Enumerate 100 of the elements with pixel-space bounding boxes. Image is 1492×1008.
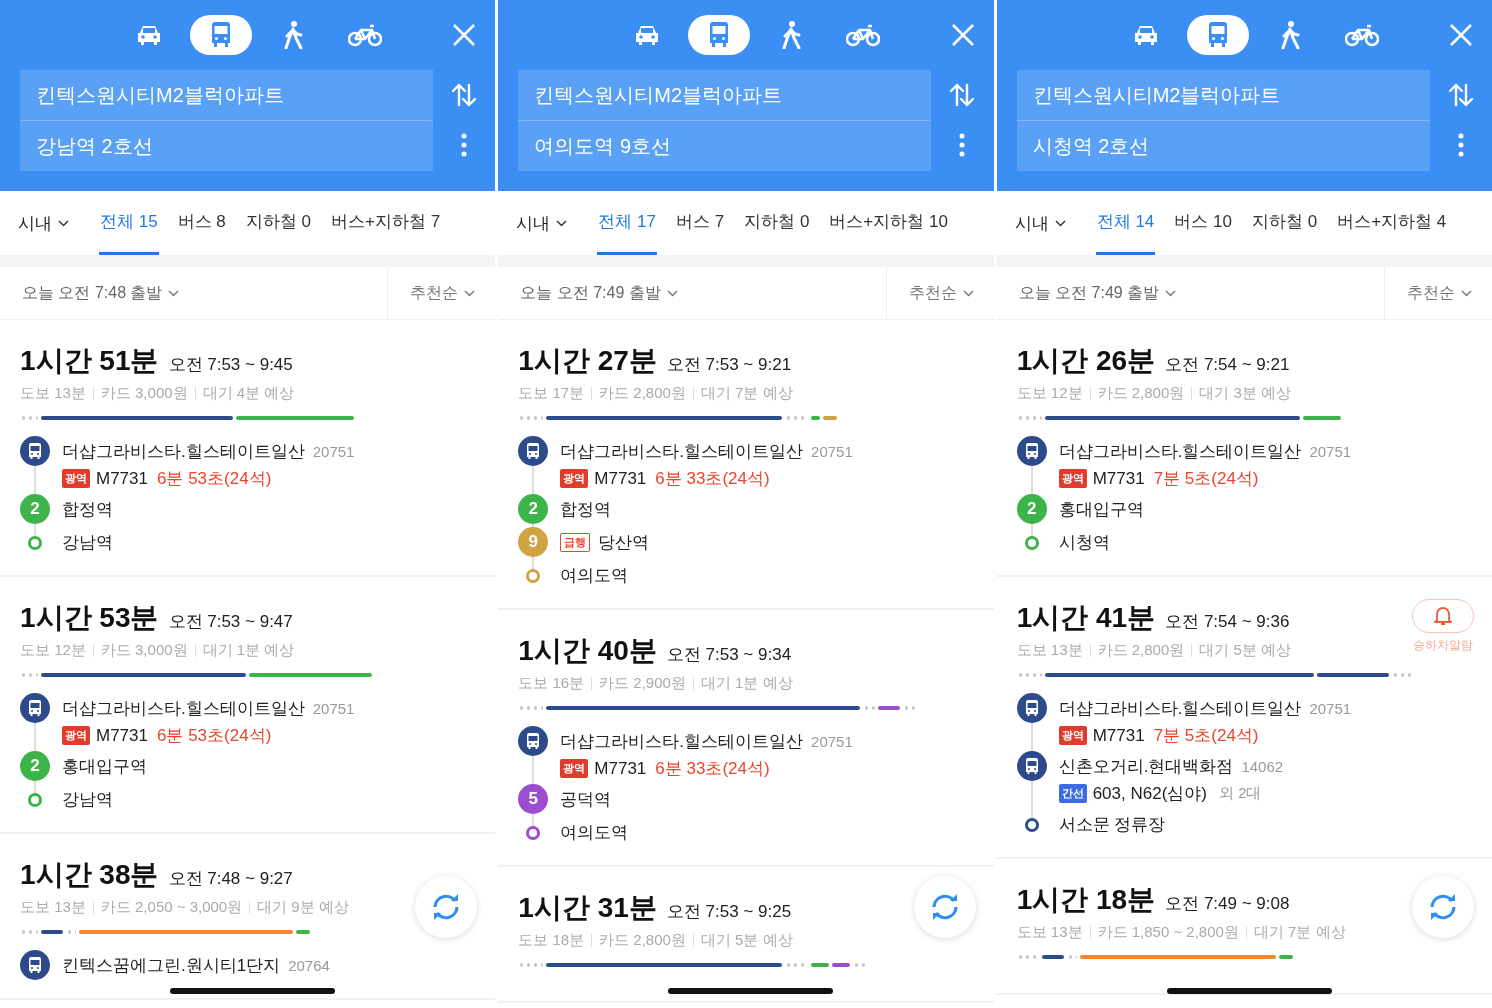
station-name: 공덕역 bbox=[560, 789, 612, 811]
route-summary-item: 도보 13분 bbox=[20, 898, 86, 917]
result-tab[interactable]: 버스 10 bbox=[1173, 191, 1233, 255]
walking-segment bbox=[903, 706, 916, 710]
route-summary-item: 대기 7분 예상 bbox=[700, 384, 793, 403]
refresh-button[interactable] bbox=[913, 876, 976, 938]
route-summary-item: 대기 5분 예상 bbox=[1199, 641, 1291, 660]
result-tab[interactable]: 지하철 0 bbox=[244, 191, 312, 255]
refresh-button[interactable] bbox=[415, 876, 478, 938]
result-tab[interactable]: 버스+지하철 10 bbox=[828, 191, 949, 255]
bus-stop-number: 20751 bbox=[811, 443, 853, 460]
route-summary-item: 도보 13분 bbox=[20, 384, 86, 403]
walking-segment bbox=[518, 706, 544, 710]
close-button[interactable] bbox=[451, 22, 478, 48]
bicycle-icon bbox=[1344, 23, 1379, 47]
walking-segment bbox=[66, 930, 76, 934]
station-name: 여의도역 bbox=[560, 565, 629, 587]
route-card[interactable]: 1시간 41분 오전 7:54 ~ 9:36 도보 13분 카드 2,800원 대기 5분 예상 승하차알람 더샵그라비스타.힐스테이트일산 20751 광역 M7731 7분 5초(24석) 신촌오거리.현대백화점 14062 간선 603, N62(심야) 외 2대 서소문 정류장 bbox=[996, 577, 1492, 859]
close-icon bbox=[453, 24, 476, 46]
route-duration: 1시간 51분 bbox=[20, 344, 159, 378]
bus-type-badge: 광역 bbox=[560, 469, 589, 488]
region-dropdown[interactable]: 시내 bbox=[516, 191, 568, 255]
bus-route-number: 603, N62(심야) bbox=[1092, 783, 1207, 805]
route-summary-item: 대기 5분 예상 bbox=[700, 931, 793, 950]
time-range: 오전 7:53 ~ 9:21 bbox=[666, 354, 792, 376]
bus-stop-name: 더샵그라비스타.힐스테이트일산 bbox=[1058, 698, 1302, 720]
walking-segment bbox=[20, 930, 38, 934]
station-name: 합정역 bbox=[62, 499, 113, 521]
refresh-button[interactable] bbox=[1412, 876, 1474, 938]
result-tab[interactable]: 지하철 0 bbox=[743, 191, 811, 255]
bus-stop-icon bbox=[1016, 436, 1047, 466]
result-tab[interactable]: 버스 7 bbox=[674, 191, 726, 255]
result-tab[interactable]: 버스 8 bbox=[176, 191, 227, 255]
close-button[interactable] bbox=[949, 22, 976, 48]
bus-stop-icon bbox=[20, 950, 50, 980]
route-summary-item: 대기 1분 예상 bbox=[202, 641, 295, 660]
station-name: 당산역 bbox=[598, 532, 650, 554]
bus-type-badge: 광역 bbox=[560, 759, 589, 778]
route-card[interactable]: 1시간 40분 오전 7:53 ~ 9:34 도보 16분 카드 2,900원 대기 1분 예상 더샵그라비스타.힐스테이트일산 20751 광역 M7731 6분 33초(24석) 5 공덕역 여의도역 bbox=[498, 610, 994, 867]
sort-dropdown[interactable]: 추천순 bbox=[885, 267, 994, 319]
bus-stop-name: 더샵그라비스타.힐스테이트일산 bbox=[62, 441, 305, 463]
bus-stop-number: 20764 bbox=[288, 957, 330, 974]
bus-stop-icon bbox=[1016, 693, 1047, 723]
car-icon bbox=[135, 23, 163, 47]
chevron-down-icon bbox=[58, 219, 69, 227]
bicycle-icon bbox=[846, 23, 881, 47]
more-icon bbox=[461, 133, 468, 157]
walking-segment bbox=[1066, 955, 1077, 959]
route-duration: 1시간 41분 bbox=[1016, 601, 1156, 635]
route-summary-item: 도보 17분 bbox=[518, 384, 585, 403]
bus-stop-name: 킨텍스꿈에그린.원시티1단지 bbox=[62, 955, 281, 977]
more-icon bbox=[959, 133, 966, 157]
route-summary-item: 대기 3분 예상 bbox=[1199, 384, 1291, 403]
bus-route-number: M7731 bbox=[1092, 725, 1145, 746]
chevron-down-icon bbox=[556, 219, 568, 227]
time-range: 오전 7:53 ~ 9:25 bbox=[666, 901, 792, 923]
subway-line-badge: 5 bbox=[518, 784, 549, 814]
arrival-time: 7분 5초(24석) bbox=[1153, 468, 1259, 490]
result-tab[interactable]: 지하철 0 bbox=[1250, 191, 1319, 255]
arrival-time: 6분 33초(24석) bbox=[655, 758, 770, 780]
sort-dropdown[interactable]: 추천순 bbox=[1384, 267, 1492, 319]
result-tab[interactable]: 버스+지하철 7 bbox=[330, 191, 442, 255]
time-range: 오전 7:48 ~ 9:27 bbox=[168, 868, 293, 890]
arrival-time: 6분 53초(24석) bbox=[157, 725, 272, 747]
close-button[interactable] bbox=[1448, 22, 1474, 48]
route-card[interactable]: 1시간 26분 오전 7:54 ~ 9:21 도보 12분 카드 2,800원 대기 3분 예상 더샵그라비스타.힐스테이트일산 20751 광역 M7731 7분 5초(24석) 2 홍대입구역 시청역 bbox=[996, 320, 1492, 577]
more-icon bbox=[1457, 133, 1464, 157]
route-card[interactable]: 1시간 53분 오전 7:53 ~ 9:47 도보 12분 카드 3,000원 대기 1분 예상 더샵그라비스타.힐스테이트일산 20751 광역 M7731 6분 53초(24석) 2 홍대입구역 강남역 bbox=[0, 577, 496, 834]
station-name: 홍대입구역 bbox=[62, 756, 147, 778]
bus-mode-tab[interactable] bbox=[190, 15, 252, 55]
bus-stop-icon bbox=[20, 693, 50, 723]
express-badge: 급행 bbox=[560, 533, 591, 552]
departure-time-dropdown[interactable]: 오늘 오전 7:49 출발 bbox=[498, 267, 886, 319]
swap-arrows-icon bbox=[949, 82, 976, 108]
departure-time-dropdown[interactable]: 오늘 오전 7:48 출발 bbox=[0, 267, 388, 319]
chevron-down-icon bbox=[1054, 219, 1066, 227]
bus-stop-name: 더샵그라비스타.힐스테이트일산 bbox=[62, 698, 305, 720]
bus-stop-number: 20751 bbox=[1309, 700, 1352, 717]
walking-segment bbox=[1016, 416, 1042, 420]
station-name: 강남역 bbox=[62, 789, 113, 811]
route-summary-item: 도보 13분 bbox=[1016, 641, 1083, 660]
route-summary-item: 도보 18분 bbox=[518, 931, 585, 950]
bus-route-number: M7731 bbox=[96, 468, 148, 489]
region-dropdown[interactable]: 시내 bbox=[1014, 191, 1066, 255]
bus-stop-number: 14062 bbox=[1241, 758, 1284, 775]
region-dropdown[interactable]: 시내 bbox=[18, 191, 69, 255]
bus-stop-icon bbox=[1016, 751, 1047, 781]
bus-mode-tab[interactable] bbox=[688, 15, 751, 55]
route-summary-item: 대기 4분 예상 bbox=[202, 384, 295, 403]
time-range: 오전 7:54 ~ 9:21 bbox=[1165, 354, 1290, 376]
result-tab[interactable]: 버스+지하철 4 bbox=[1336, 191, 1448, 255]
departure-time-dropdown[interactable]: 오늘 오전 7:49 출발 bbox=[996, 267, 1384, 319]
walking-person-icon bbox=[780, 21, 803, 49]
bus-mode-tab[interactable] bbox=[1186, 15, 1249, 55]
chevron-down-icon bbox=[168, 289, 180, 297]
subway-line-badge: 2 bbox=[20, 494, 50, 524]
swap-arrows-icon bbox=[451, 82, 478, 108]
sort-dropdown[interactable]: 추천순 bbox=[387, 267, 496, 319]
route-card[interactable]: 1시간 27분 오전 7:53 ~ 9:21 도보 17분 카드 2,800원 대기 7분 예상 더샵그라비스타.힐스테이트일산 20751 광역 M7731 6분 33초(24석) 2 합정역 9 급행 당산역 여의도역 bbox=[498, 320, 994, 610]
route-card[interactable]: 1시간 51분 오전 7:53 ~ 9:45 도보 13분 카드 3,000원 대기 4분 예상 더샵그라비스타.힐스테이트일산 20751 광역 M7731 6분 53초(24석) 2 합정역 강남역 bbox=[0, 320, 496, 577]
